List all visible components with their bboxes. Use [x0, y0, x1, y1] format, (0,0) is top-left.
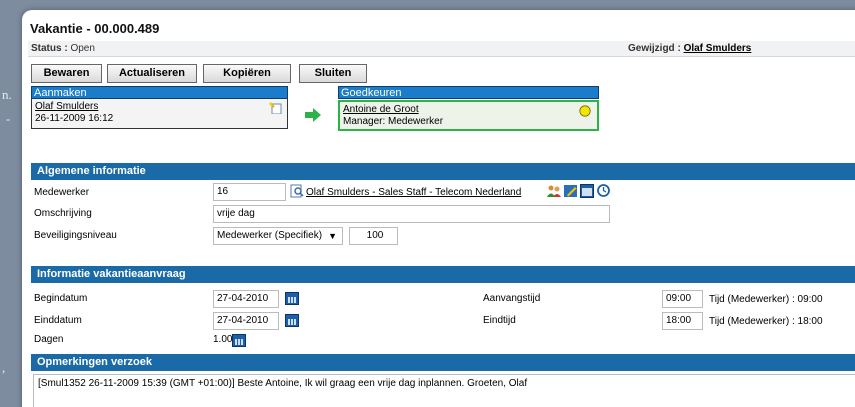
- start-time-label: Aanvangstijd: [483, 293, 541, 304]
- chevron-down-icon: ▼: [328, 231, 337, 241]
- security-number-field[interactable]: 100: [349, 227, 398, 245]
- workflow-approve-header: Goedkeuren: [338, 86, 599, 99]
- general-info-header: Algemene informatie: [31, 163, 855, 180]
- days-value: 1.00: [213, 334, 233, 345]
- calendar-grid-icon[interactable]: [580, 184, 594, 198]
- edit-icon[interactable]: [564, 184, 578, 198]
- calendar-icon[interactable]: [285, 292, 299, 305]
- users-icon[interactable]: [547, 184, 561, 198]
- clock-icon[interactable]: [597, 184, 610, 197]
- refresh-button[interactable]: Actualiseren: [107, 64, 197, 83]
- vacation-info-header: Informatie vakantieaanvraag: [31, 266, 855, 283]
- pending-status-icon: [579, 105, 591, 117]
- days-label: Dagen: [34, 334, 64, 345]
- employee-id-field[interactable]: 16: [213, 183, 286, 201]
- workflow-create-header: Aanmaken: [31, 86, 288, 99]
- end-time-field[interactable]: 18:00: [662, 312, 703, 330]
- start-time-field[interactable]: 09:00: [662, 290, 703, 308]
- security-level-value: Medewerker (Specifiek): [217, 230, 323, 241]
- background-text-fragment: n.: [2, 87, 12, 102]
- edit-document-icon[interactable]: [269, 102, 283, 115]
- employee-label: Medewerker: [34, 187, 90, 198]
- workflow-create-date: 26-11-2009 16:12: [35, 113, 114, 124]
- remarks-text: [Smul1352 26-11-2009 15:39 (GMT +01:00)]…: [38, 378, 528, 389]
- general-info-section: Algemene informatie Medewerker 16 Olaf S…: [31, 163, 855, 261]
- security-level-label: Beveiligingsniveau: [34, 230, 117, 241]
- workflow-create-user-link[interactable]: Olaf Smulders: [35, 101, 284, 113]
- start-date-label: Begindatum: [34, 293, 88, 304]
- workflow-approve-box: Goedkeuren Antoine de Groot Manager: Med…: [338, 86, 599, 131]
- workflow-create-box: Aanmaken Olaf Smulders 26-11-2009 16:12: [31, 86, 288, 129]
- description-field[interactable]: vrije dag: [213, 205, 610, 223]
- modified-by-link[interactable]: Olaf Smulders: [684, 43, 752, 54]
- status-value: Open: [70, 43, 95, 54]
- description-label: Omschrijving: [34, 208, 92, 219]
- background-text-fragment: ,: [2, 360, 6, 375]
- copy-button[interactable]: Kopiëren: [203, 64, 291, 83]
- modified-label: Gewijzigd :: [628, 43, 681, 54]
- vacation-info-section: Informatie vakantieaanvraag Begindatum 2…: [31, 266, 855, 350]
- employee-link[interactable]: Olaf Smulders - Sales Staff - Telecom Ne…: [306, 187, 521, 198]
- remarks-section: Opmerkingen verzoek [Smul1352 26-11-2009…: [31, 354, 855, 407]
- remarks-header: Opmerkingen verzoek: [31, 354, 855, 371]
- end-date-label: Einddatum: [34, 315, 82, 326]
- end-date-field[interactable]: 27-04-2010: [213, 312, 279, 330]
- security-level-select[interactable]: Medewerker (Specifiek) ▼: [213, 227, 343, 245]
- calendar-icon[interactable]: [285, 314, 299, 327]
- arrow-right-icon: [304, 108, 322, 122]
- status-bar: Status : Open Gewijzigd : Olaf Smulders: [28, 41, 855, 57]
- search-icon[interactable]: [290, 184, 304, 198]
- remarks-textarea[interactable]: [Smul1352 26-11-2009 15:39 (GMT +01:00)]…: [33, 374, 855, 407]
- start-time-note: Tijd (Medewerker) : 09:00: [709, 294, 823, 305]
- workflow-approve-role: Manager: Medewerker: [343, 116, 444, 127]
- end-time-label: Eindtijd: [483, 315, 516, 326]
- page-title: Vakantie - 00.000.489: [30, 21, 160, 36]
- background-text-fragment: -: [6, 111, 11, 126]
- close-button[interactable]: Sluiten: [299, 64, 367, 83]
- start-date-field[interactable]: 27-04-2010: [213, 290, 279, 308]
- workflow-approve-user-link[interactable]: Antoine de Groot: [343, 104, 594, 116]
- end-time-note: Tijd (Medewerker) : 18:00: [709, 316, 823, 327]
- vacation-request-window: Vakantie - 00.000.489 Status : Open Gewi…: [22, 10, 855, 407]
- status-label: Status :: [31, 43, 68, 54]
- save-button[interactable]: Bewaren: [31, 64, 102, 83]
- calendar-icon[interactable]: [232, 334, 246, 347]
